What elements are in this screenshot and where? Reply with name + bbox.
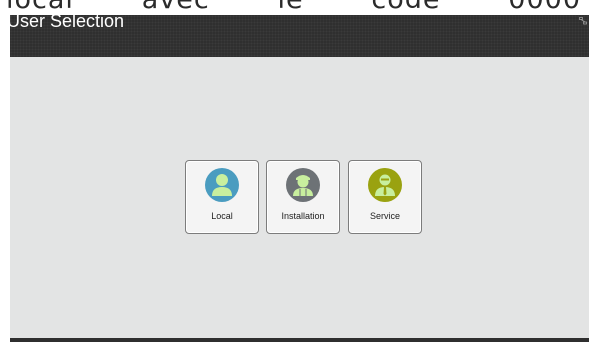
app-screen: User Selection Local Installation Servic… bbox=[7, 11, 589, 342]
installer-user-icon bbox=[286, 168, 320, 202]
service-user-button[interactable]: Service bbox=[348, 160, 422, 234]
caption-word: code bbox=[371, 0, 440, 14]
bottom-bar bbox=[10, 338, 589, 342]
user-label: Installation bbox=[281, 211, 325, 221]
local-user-icon bbox=[205, 168, 239, 202]
network-icon bbox=[579, 17, 587, 25]
service-user-icon bbox=[368, 168, 402, 202]
user-label: Local bbox=[211, 211, 233, 221]
caption-word: avec bbox=[142, 0, 210, 14]
caption-word: le bbox=[277, 0, 303, 14]
local-user-button[interactable]: Local bbox=[185, 160, 259, 234]
installation-user-button[interactable]: Installation bbox=[266, 160, 340, 234]
user-label: Service bbox=[369, 211, 400, 221]
caption-word: 0000 bbox=[508, 0, 581, 14]
title-bar: User Selection bbox=[7, 11, 589, 57]
window-title: User Selection bbox=[7, 11, 125, 31]
